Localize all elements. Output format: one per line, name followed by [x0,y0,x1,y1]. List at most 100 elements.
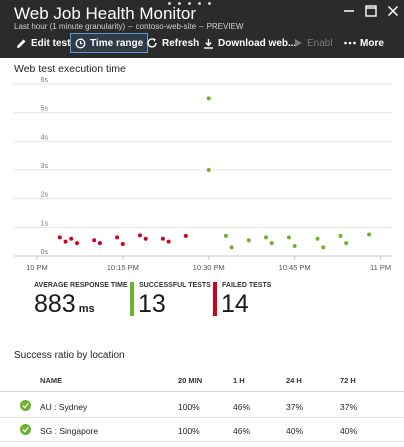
blade-subtitle: Last hour (1 minute granularity) – contoso… [14,22,244,31]
ratio-72h: 40% [340,426,358,436]
success-indicator-bar [130,282,134,316]
time-range-button[interactable]: Time range [70,33,149,53]
data-point [269,241,274,246]
minimize-icon[interactable] [342,4,356,18]
data-point [206,96,211,101]
more-button[interactable]: More [344,33,384,53]
ratio-1h: 46% [233,426,251,436]
column-header-1h[interactable]: 1 H [233,376,245,385]
blade-drag-handle[interactable] [168,2,211,5]
y-tick-label: 5s [41,106,49,113]
successful-tests-value: 13 [138,290,166,318]
column-header-72h[interactable]: 72 H [340,376,356,385]
download-icon [204,38,213,49]
pencil-icon [17,39,26,48]
data-point [138,233,142,238]
refresh-button[interactable]: Refresh [146,33,199,53]
column-header-24h[interactable]: 24 H [286,376,302,385]
data-point [97,241,102,246]
data-point [344,241,349,246]
data-point [229,245,234,250]
data-point [75,241,79,246]
data-point [246,238,251,243]
table-row[interactable]: AU : Sydney 100% 46% 37% 37% [0,394,404,418]
edit-test-button[interactable]: Edit test [16,33,70,53]
data-point [223,233,228,238]
table-row[interactable]: SG : Singapore 100% 46% 40% 40% [0,418,404,442]
play-icon [295,39,302,47]
x-tick-label: 10:45 PM [279,263,311,272]
y-tick-label: 0s [41,249,49,256]
x-tick-label: 10 PM [26,263,48,272]
column-header-20min[interactable]: 20 MIN [178,376,202,385]
data-point [321,245,326,250]
column-header-name[interactable]: NAME [40,376,62,385]
table-header: NAME 20 MIN 1 H 24 H 72 H [0,370,404,392]
average-response-value: 883 ms [34,290,95,318]
data-point [143,236,148,241]
x-tick-label: 10:15 PM [107,263,139,272]
average-response-tile[interactable]: AVERAGE RESPONSE TIME 883 ms [34,280,129,320]
data-point [120,241,125,246]
y-tick-label: 4s [41,134,49,141]
ratio-24h: 40% [286,426,304,436]
data-point [57,235,62,240]
data-point [115,235,120,240]
average-response-label: AVERAGE RESPONSE TIME [34,282,128,289]
ratio-72h: 37% [340,402,358,412]
subtitle-range: Last hour (1 minute granularity) [14,22,126,31]
data-point [264,235,268,240]
data-point [160,236,165,241]
blade-header: Web Job Health Monitor Last hour (1 minu… [0,0,404,58]
ratio-20min: 100% [178,402,200,412]
locations-section-title: Success ratio by location [14,350,125,361]
download-label: Download web... [218,37,297,49]
failed-tests-tile[interactable]: FAILED TESTS 14 [213,280,293,320]
ratio-24h: 37% [286,402,304,412]
data-point [292,243,297,248]
data-point [315,236,320,241]
edit-test-label: Edit test [31,37,71,49]
data-point [69,236,74,241]
y-tick-label: 1s [41,220,49,227]
x-tick-label: 10:30 PM [193,263,225,272]
failed-tests-value: 14 [221,290,249,318]
success-check-icon [20,400,31,411]
y-tick-label: 6s [41,77,49,84]
data-point [338,233,343,238]
maximize-icon[interactable] [364,4,378,18]
y-tick-label: 2s [41,192,49,199]
command-bar: Edit test Time range Refresh Download we… [0,32,404,54]
data-point [166,239,171,244]
ellipsis-icon [344,41,356,45]
refresh-label: Refresh [162,37,200,49]
data-point [206,168,211,172]
success-check-icon [20,424,31,435]
close-icon[interactable] [386,4,400,18]
blade-title: Web Job Health Monitor [14,4,197,23]
refresh-icon [147,38,157,48]
data-point [183,233,188,238]
failure-indicator-bar [213,282,217,316]
y-tick-label: 3s [41,163,49,170]
ratio-1h: 46% [233,402,251,412]
data-point [92,238,97,243]
enable-button[interactable]: Enable [294,33,332,53]
ratio-20min: 100% [178,426,200,436]
clock-icon [75,38,86,48]
more-label: More [360,37,384,49]
failed-tests-label: FAILED TESTS [222,282,272,289]
download-button[interactable]: Download web... [203,33,296,53]
data-point [63,239,68,244]
time-range-label: Time range [90,37,144,49]
x-tick-label: 11 PM [370,263,391,272]
subtitle-tag: PREVIEW [206,22,244,31]
successful-tests-tile[interactable]: SUCCESSFUL TESTS 13 [130,280,211,320]
execution-time-chart[interactable]: 0s 1s 2s 3s 4s 5s 6s 10 PM 10:15 PM 10:30 PM 10:45… [0,76,404,276]
data-point [367,232,372,237]
location-name: SG : Singapore [40,426,99,436]
location-name: AU : Sydney [40,402,88,412]
enable-label: Enable [307,37,332,49]
successful-tests-label: SUCCESSFUL TESTS [139,282,211,289]
chart-title: Web test execution time [14,63,126,75]
